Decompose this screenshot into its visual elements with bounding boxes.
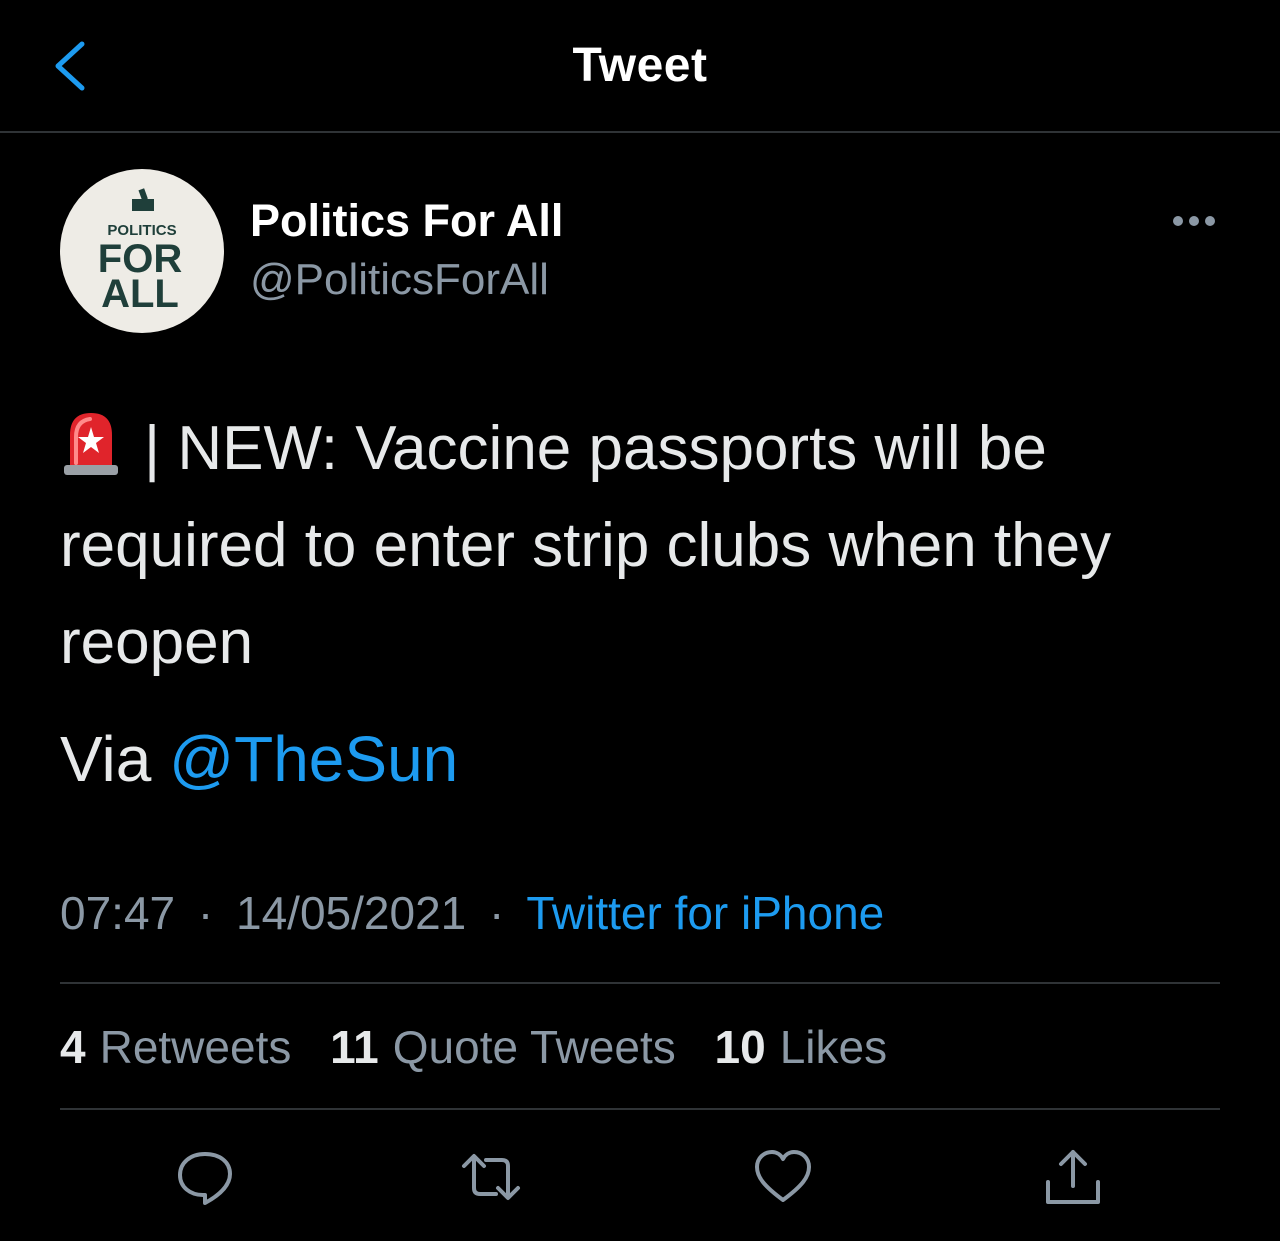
share-icon <box>1046 1150 1100 1204</box>
author-handle[interactable]: @PoliticsForAll <box>250 255 549 305</box>
quote-tweets-stat[interactable]: 11 Quote Tweets <box>330 1021 676 1073</box>
quote-tweets-count: 11 <box>330 1021 379 1073</box>
tweet-line-1-text: | NEW: Vaccine passports will be <box>144 414 1047 483</box>
more-dots-icon <box>1173 216 1215 226</box>
tweet-line-2: required to enter strip clubs when they <box>60 511 1112 580</box>
retweets-label: Retweets <box>99 1021 292 1073</box>
retweets-count: 4 <box>60 1021 86 1073</box>
share-button[interactable] <box>1042 1146 1104 1208</box>
tweet-text: | NEW: Vaccine passports will be require… <box>60 400 1230 691</box>
tweet-line-3: reopen <box>60 608 254 677</box>
author-name[interactable]: Politics For All <box>250 195 563 247</box>
retweet-button[interactable] <box>460 1146 522 1208</box>
likes-stat[interactable]: 10 Likes <box>715 1021 888 1073</box>
retweet-icon <box>462 1154 520 1200</box>
top-bar: Tweet <box>0 0 1280 133</box>
meta-separator: · <box>489 887 505 939</box>
source-link[interactable]: Twitter for iPhone <box>526 887 884 939</box>
engagement-stats: 4 Retweets 11 Quote Tweets 10 Likes <box>60 1020 913 1074</box>
reply-icon <box>178 1152 232 1205</box>
divider <box>60 1108 1220 1110</box>
quote-tweets-label: Quote Tweets <box>392 1021 676 1073</box>
retweets-stat[interactable]: 4 Retweets <box>60 1021 291 1073</box>
heart-icon <box>755 1150 811 1202</box>
page-title: Tweet <box>572 39 708 92</box>
divider <box>60 982 1220 984</box>
more-options-button[interactable] <box>1168 204 1220 238</box>
via-prefix: Via <box>60 723 170 795</box>
tweet-via: Via @TheSun <box>60 722 458 796</box>
tweet-line-1: | NEW: Vaccine passports will be <box>60 400 1230 497</box>
like-button[interactable] <box>752 1146 814 1208</box>
tweet-date: 14/05/2021 <box>236 887 467 939</box>
tweet-meta: 07:47 · 14/05/2021 · Twitter for iPhone <box>60 886 884 940</box>
likes-label: Likes <box>779 1021 888 1073</box>
avatar-logo-word-3: ALL <box>101 272 179 316</box>
tweet-time: 07:47 <box>60 887 176 939</box>
politics-for-all-logo: POLITICS FOR ALL <box>98 188 182 316</box>
meta-separator: · <box>197 887 214 939</box>
reply-button[interactable] <box>174 1146 236 1208</box>
likes-count: 10 <box>714 1021 766 1073</box>
avatar[interactable]: POLITICS FOR ALL <box>60 169 224 333</box>
mention-link[interactable]: @TheSun <box>169 723 458 795</box>
police-car-light-icon <box>60 407 122 477</box>
